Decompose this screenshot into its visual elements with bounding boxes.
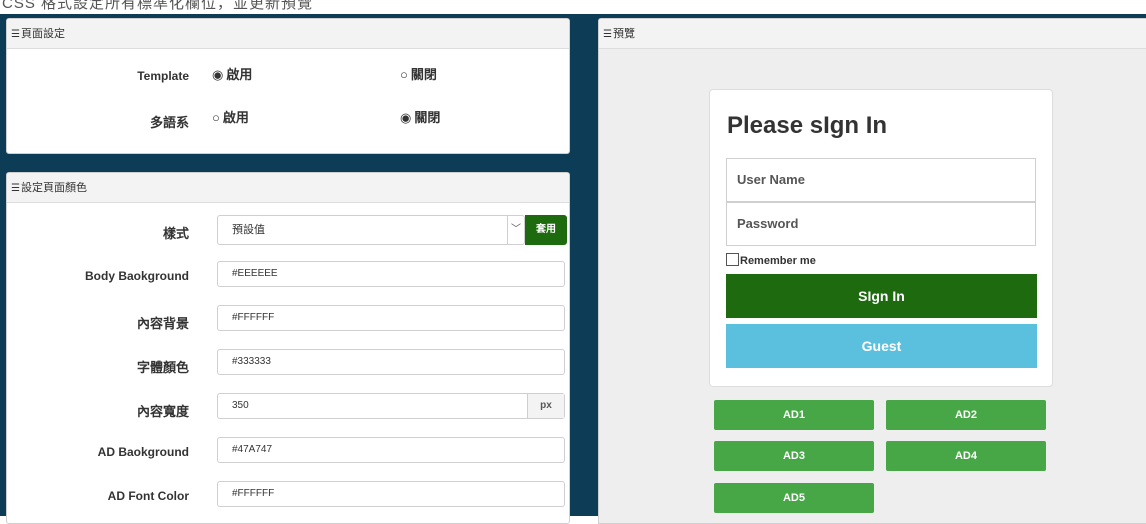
radio-unchecked-icon: ○ xyxy=(400,67,408,82)
chevron-down-icon[interactable]: ﹀ xyxy=(507,216,524,244)
field-label: 字體顏色 xyxy=(136,360,189,375)
multilang-disable-radio[interactable]: ◉ 關閉 xyxy=(400,107,440,126)
panel-title: 頁面設定 xyxy=(20,28,65,40)
radio-label: 啟用 xyxy=(222,110,249,125)
content-width-input[interactable]: 350 px xyxy=(217,393,565,419)
template-enable-radio[interactable]: ◉ 啟用 xyxy=(212,64,252,83)
ad-font-color-input[interactable]: #FFFFFF xyxy=(217,481,565,507)
multilang-label: 多語系 xyxy=(149,115,189,130)
list-icon: ☰ xyxy=(11,183,20,194)
content-background-input[interactable]: #FFFFFF xyxy=(217,305,565,331)
login-heading: Please sIgn In xyxy=(727,112,888,139)
ad-button-2[interactable]: AD2 xyxy=(886,400,1046,430)
login-card: Please sIgn In User Name Password Rememb… xyxy=(709,89,1053,387)
apply-button[interactable]: 套用 xyxy=(525,215,567,245)
radio-checked-icon: ◉ xyxy=(400,110,412,125)
remember-label: Remember me xyxy=(740,255,816,267)
style-select-value: 預設值 xyxy=(232,224,265,236)
ad-button-4[interactable]: AD4 xyxy=(886,441,1046,471)
signin-button[interactable]: SIgn In xyxy=(726,274,1037,318)
radio-label: 關閉 xyxy=(410,67,437,82)
ad-button-5[interactable]: AD5 xyxy=(714,483,874,513)
panel-title: 預覽 xyxy=(612,28,635,40)
color-settings-panel: ☰設定頁面顏色 樣式 預設值 ﹀ 套用 Body Baokground #EEE… xyxy=(6,172,570,524)
panel-header: ☰頁面設定 xyxy=(7,19,569,49)
radio-label: 關閉 xyxy=(414,110,441,125)
field-label: 內容背景 xyxy=(136,316,189,331)
field-label: AD Baokground xyxy=(97,445,189,459)
guest-button[interactable]: Guest xyxy=(726,324,1037,368)
page-settings-panel: ☰頁面設定 Template ◉ 啟用 ○ 關閉 多語系 ○ 啟用 ◉ 關閉 xyxy=(6,18,570,154)
password-input[interactable]: Password xyxy=(726,202,1036,246)
template-label: Template xyxy=(137,69,189,83)
checkbox-icon[interactable] xyxy=(726,253,739,266)
field-label: AD Font Color xyxy=(107,489,189,503)
radio-unchecked-icon: ○ xyxy=(212,110,220,125)
ad-button-3[interactable]: AD3 xyxy=(714,441,874,471)
preview-area: Please sIgn In User Name Password Rememb… xyxy=(599,49,1146,523)
radio-label: 啟用 xyxy=(226,67,253,82)
content-width-value: 350 xyxy=(232,400,249,411)
unit-suffix: px xyxy=(527,394,564,418)
ad-button-1[interactable]: AD1 xyxy=(714,400,874,430)
field-label: Body Baokground xyxy=(85,269,189,283)
panel-header: ☰預覽 xyxy=(599,19,1146,49)
username-input[interactable]: User Name xyxy=(726,158,1036,202)
page-caption: CSS 格式設定所有標準化欄位，並更新預覽 xyxy=(2,0,314,12)
body-background-input[interactable]: #EEEEEE xyxy=(217,261,565,287)
panel-title: 設定頁面顏色 xyxy=(20,182,87,194)
ad-background-input[interactable]: #47A747 xyxy=(217,437,565,463)
panel-header: ☰設定頁面顏色 xyxy=(7,173,569,203)
list-icon: ☰ xyxy=(11,29,20,40)
preview-panel: ☰預覽 Please sIgn In User Name Password Re… xyxy=(598,18,1146,524)
style-label: 樣式 xyxy=(162,226,189,241)
style-select[interactable]: 預設值 ﹀ xyxy=(217,215,525,245)
multilang-enable-radio[interactable]: ○ 啟用 xyxy=(212,107,249,126)
remember-me[interactable]: Remember me xyxy=(726,253,816,267)
font-color-input[interactable]: #333333 xyxy=(217,349,565,375)
template-disable-radio[interactable]: ○ 關閉 xyxy=(400,64,437,83)
field-label: 內容寬度 xyxy=(136,404,189,419)
list-icon: ☰ xyxy=(603,29,612,40)
radio-checked-icon: ◉ xyxy=(212,67,224,82)
